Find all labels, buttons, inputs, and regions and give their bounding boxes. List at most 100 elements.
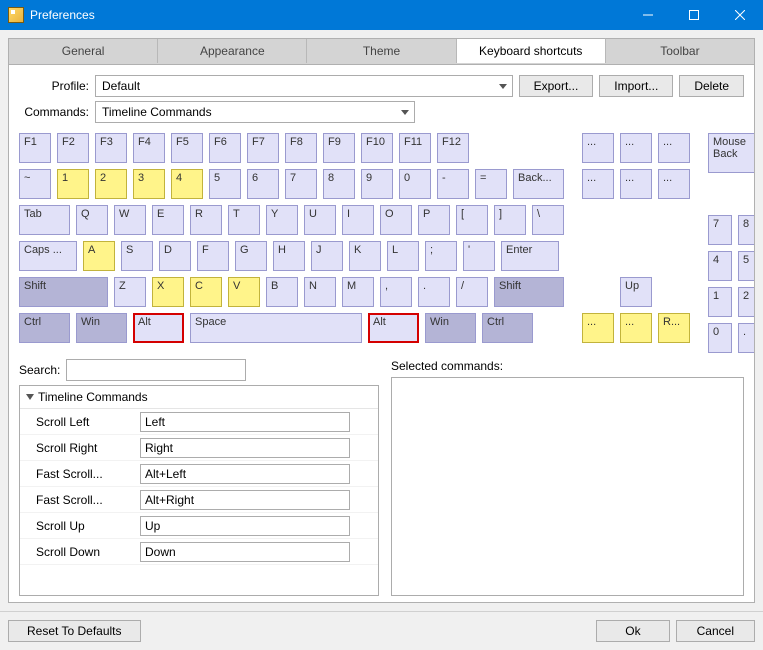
key-[interactable]: ...: [582, 313, 614, 343]
key-5[interactable]: 5: [209, 169, 241, 199]
command-shortcut-input[interactable]: [140, 438, 350, 458]
key-o[interactable]: O: [380, 205, 412, 235]
key-4[interactable]: 4: [171, 169, 203, 199]
delete-button[interactable]: Delete: [679, 75, 744, 97]
key-f2[interactable]: F2: [57, 133, 89, 163]
key-9[interactable]: 9: [361, 169, 393, 199]
key-[interactable]: .: [738, 323, 755, 353]
key-f3[interactable]: F3: [95, 133, 127, 163]
key-g[interactable]: G: [235, 241, 267, 271]
cancel-button[interactable]: Cancel: [676, 620, 755, 642]
key-d[interactable]: D: [159, 241, 191, 271]
key-7[interactable]: 7: [708, 215, 732, 245]
key-2[interactable]: 2: [738, 287, 755, 317]
key-[interactable]: ...: [620, 133, 652, 163]
key-win[interactable]: Win: [76, 313, 127, 343]
key-[interactable]: .: [418, 277, 450, 307]
profile-combo[interactable]: Default: [95, 75, 513, 97]
maximize-button[interactable]: [671, 0, 717, 30]
key-e[interactable]: E: [152, 205, 184, 235]
key-j[interactable]: J: [311, 241, 343, 271]
key-k[interactable]: K: [349, 241, 381, 271]
key-[interactable]: [: [456, 205, 488, 235]
key-[interactable]: -: [437, 169, 469, 199]
commands-combo[interactable]: Timeline Commands: [95, 101, 415, 123]
search-input[interactable]: [66, 359, 246, 381]
key-[interactable]: ...: [620, 169, 652, 199]
key-[interactable]: ...: [658, 169, 690, 199]
key-b[interactable]: B: [266, 277, 298, 307]
key-shift[interactable]: Shift: [19, 277, 108, 307]
command-shortcut-input[interactable]: [140, 490, 350, 510]
key-m[interactable]: M: [342, 277, 374, 307]
command-shortcut-input[interactable]: [140, 412, 350, 432]
key-p[interactable]: P: [418, 205, 450, 235]
export-button[interactable]: Export...: [519, 75, 594, 97]
key-[interactable]: ,: [380, 277, 412, 307]
key-q[interactable]: Q: [76, 205, 108, 235]
ok-button[interactable]: Ok: [596, 620, 669, 642]
key-alt[interactable]: Alt: [133, 313, 184, 343]
key-h[interactable]: H: [273, 241, 305, 271]
key-5[interactable]: 5: [738, 251, 755, 281]
key-8[interactable]: 8: [323, 169, 355, 199]
tab-general[interactable]: General: [9, 39, 158, 63]
key-up[interactable]: Up: [620, 277, 652, 307]
key-[interactable]: =: [475, 169, 507, 199]
key-[interactable]: ': [463, 241, 495, 271]
key-x[interactable]: X: [152, 277, 184, 307]
key-win[interactable]: Win: [425, 313, 476, 343]
key-[interactable]: ;: [425, 241, 457, 271]
key-y[interactable]: Y: [266, 205, 298, 235]
tab-toolbar[interactable]: Toolbar: [606, 39, 754, 63]
key-2[interactable]: 2: [95, 169, 127, 199]
key-0[interactable]: 0: [399, 169, 431, 199]
key-tab[interactable]: Tab: [19, 205, 70, 235]
key-f1[interactable]: F1: [19, 133, 51, 163]
key-f8[interactable]: F8: [285, 133, 317, 163]
command-row[interactable]: Fast Scroll...: [20, 487, 378, 513]
command-shortcut-input[interactable]: [140, 516, 350, 536]
key-3[interactable]: 3: [133, 169, 165, 199]
command-shortcut-input[interactable]: [140, 464, 350, 484]
key-f5[interactable]: F5: [171, 133, 203, 163]
key-f9[interactable]: F9: [323, 133, 355, 163]
command-shortcut-input[interactable]: [140, 542, 350, 562]
key-[interactable]: ...: [582, 169, 614, 199]
key-alt[interactable]: Alt: [368, 313, 419, 343]
key-f12[interactable]: F12: [437, 133, 469, 163]
key-[interactable]: ...: [620, 313, 652, 343]
key-a[interactable]: A: [83, 241, 115, 271]
key-u[interactable]: U: [304, 205, 336, 235]
reset-defaults-button[interactable]: Reset To Defaults: [8, 620, 141, 642]
command-row[interactable]: Scroll Up: [20, 513, 378, 539]
key-r[interactable]: R...: [658, 313, 690, 343]
tab-theme[interactable]: Theme: [307, 39, 456, 63]
key-7[interactable]: 7: [285, 169, 317, 199]
key-v[interactable]: V: [228, 277, 260, 307]
command-row[interactable]: Scroll Left: [20, 409, 378, 435]
key-f4[interactable]: F4: [133, 133, 165, 163]
key-mouse-back[interactable]: Mouse Back: [708, 133, 755, 173]
key-s[interactable]: S: [121, 241, 153, 271]
selected-commands-list[interactable]: [391, 377, 744, 596]
key-space[interactable]: Space: [190, 313, 362, 343]
close-button[interactable]: [717, 0, 763, 30]
tab-keyboard-shortcuts[interactable]: Keyboard shortcuts: [457, 38, 606, 63]
key-f[interactable]: F: [197, 241, 229, 271]
key-f6[interactable]: F6: [209, 133, 241, 163]
key-[interactable]: /: [456, 277, 488, 307]
commands-tree[interactable]: Timeline Commands Scroll LeftScroll Righ…: [19, 385, 379, 596]
command-row[interactable]: Fast Scroll...: [20, 461, 378, 487]
key-[interactable]: ]: [494, 205, 526, 235]
key-enter[interactable]: Enter: [501, 241, 559, 271]
tab-appearance[interactable]: Appearance: [158, 39, 307, 63]
key-f11[interactable]: F11: [399, 133, 431, 163]
key-w[interactable]: W: [114, 205, 146, 235]
key-4[interactable]: 4: [708, 251, 732, 281]
key-t[interactable]: T: [228, 205, 260, 235]
key-back[interactable]: Back...: [513, 169, 564, 199]
key-0[interactable]: 0: [708, 323, 732, 353]
key-i[interactable]: I: [342, 205, 374, 235]
tree-group-header[interactable]: Timeline Commands: [20, 386, 378, 409]
